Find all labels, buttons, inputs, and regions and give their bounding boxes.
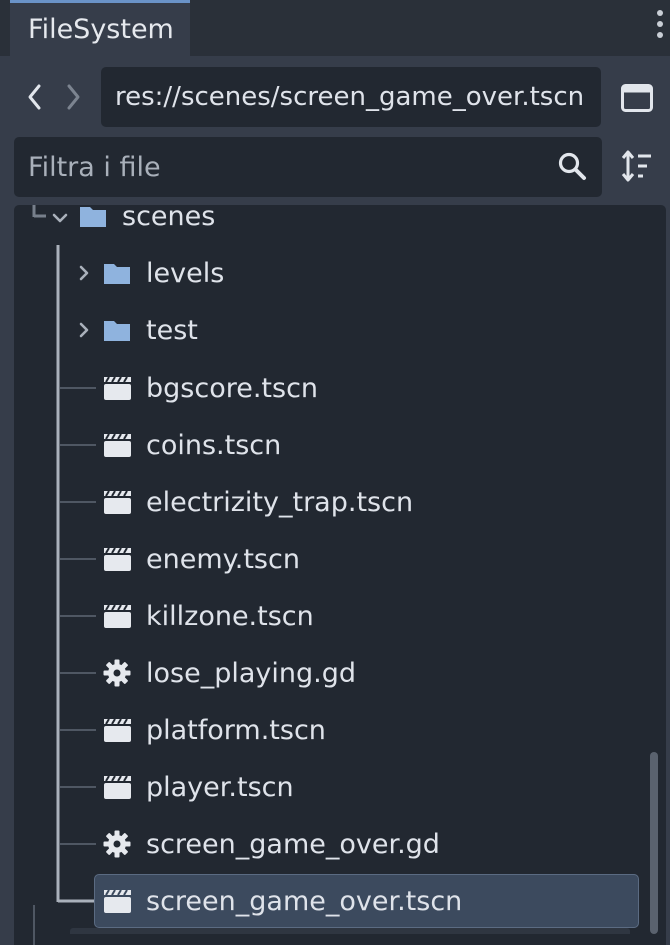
tree-item-label: screen_game_over.tscn	[146, 885, 463, 917]
scene-clapperboard-icon	[104, 433, 131, 457]
tree-item-screen-game-over-gd[interactable]: screen_game_over.gd	[14, 816, 644, 872]
tree-scrollbar-thumb[interactable]	[650, 752, 658, 934]
tree-item-coins-tscn[interactable]: coins.tscn	[14, 417, 644, 473]
tree-item-lose-playing-gd[interactable]: lose_playing.gd	[14, 645, 644, 701]
tree-item-electrizity-trap-tscn[interactable]: electrizity_trap.tscn	[14, 474, 644, 530]
tree-item-levels[interactable]: levels	[14, 245, 644, 301]
tree-item-label: lose_playing.gd	[146, 657, 356, 689]
bottom-panel-edge	[70, 928, 630, 934]
tab-filesystem[interactable]: FileSystem	[10, 0, 190, 56]
scene-clapperboard-icon	[104, 547, 131, 571]
back-button[interactable]	[22, 82, 48, 112]
tree-item-label: enemy.tscn	[146, 543, 300, 575]
path-text: res://scenes/screen_game_over.tscn	[115, 82, 585, 112]
path-field[interactable]: res://scenes/screen_game_over.tscn	[101, 67, 601, 127]
tree-item-enemy-tscn[interactable]: enemy.tscn	[14, 531, 644, 587]
tree-item-test[interactable]: test	[14, 302, 644, 358]
gear-script-icon	[103, 659, 131, 687]
chevron-down-icon[interactable]	[50, 208, 70, 228]
chevron-left-icon	[28, 84, 41, 110]
more-options-icon[interactable]	[652, 10, 668, 46]
folder-icon	[80, 207, 106, 227]
tree-item-screen-game-over-tscn[interactable]: screen_game_over.tscn	[14, 873, 644, 929]
forward-button[interactable]	[60, 82, 86, 112]
tree-item-label: player.tscn	[146, 771, 294, 803]
tab-filesystem-label: FileSystem	[28, 14, 174, 45]
tree-item-label: coins.tscn	[146, 429, 282, 461]
tree-item-label: scenes	[122, 205, 216, 232]
tree-item-killzone-tscn[interactable]: killzone.tscn	[14, 588, 644, 644]
file-tree: scenes levels test bgscore.tscn coins.ts…	[14, 205, 666, 945]
search-icon	[556, 150, 590, 184]
scene-clapperboard-icon	[104, 889, 131, 913]
tree-item-platform-tscn[interactable]: platform.tscn	[14, 702, 644, 758]
scene-clapperboard-icon	[104, 775, 131, 799]
chevron-right-icon	[67, 84, 80, 110]
dock-tab-bar: FileSystem	[0, 0, 670, 56]
folder-icon	[104, 321, 130, 341]
folder-icon	[104, 264, 130, 284]
scene-clapperboard-icon	[104, 490, 131, 514]
filter-placeholder: Filtra i file	[28, 151, 161, 183]
filter-files-input[interactable]: Filtra i file	[14, 137, 602, 197]
tree-item-label: test	[146, 314, 198, 346]
toggle-split-mode-button[interactable]	[620, 82, 654, 114]
tree-item-scenes[interactable]: scenes	[14, 205, 644, 244]
scene-clapperboard-icon	[104, 376, 131, 400]
scene-clapperboard-icon	[104, 604, 131, 628]
tree-item-player-tscn[interactable]: player.tscn	[14, 759, 644, 815]
tree-item-label: electrizity_trap.tscn	[146, 486, 414, 518]
tree-item-label: bgscore.tscn	[146, 372, 319, 404]
scene-clapperboard-icon	[104, 718, 131, 742]
sort-icon	[621, 150, 651, 182]
sort-files-button[interactable]	[620, 148, 654, 184]
tree-item-label: screen_game_over.gd	[146, 828, 440, 860]
tree-item-label: killzone.tscn	[146, 600, 314, 632]
gear-script-icon	[103, 830, 131, 858]
chevron-right-icon[interactable]	[74, 263, 94, 283]
tree-item-label: levels	[146, 257, 225, 289]
tree-item-bgscore-tscn[interactable]: bgscore.tscn	[14, 360, 644, 416]
chevron-right-icon[interactable]	[74, 320, 94, 340]
panel-layout-icon	[621, 84, 653, 112]
tree-item-label: platform.tscn	[146, 714, 326, 746]
